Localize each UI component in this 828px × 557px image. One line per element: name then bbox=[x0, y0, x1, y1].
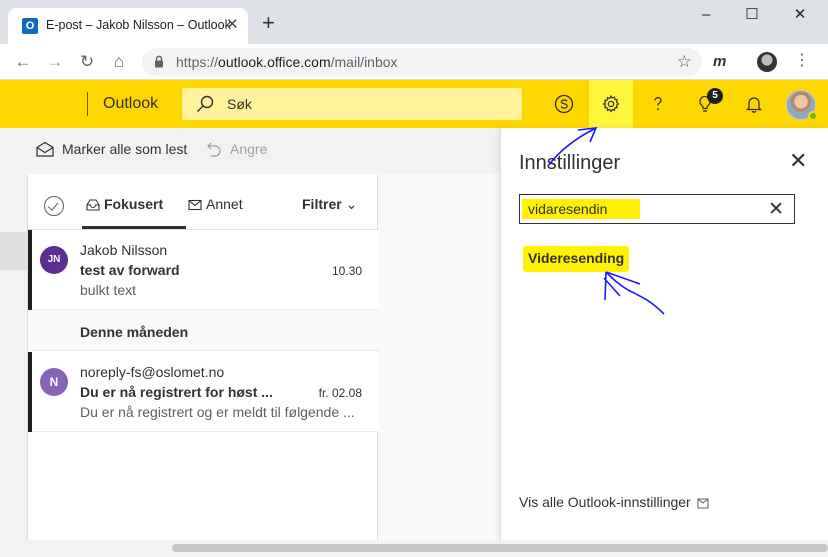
browser-toolbar: ← → ↻ ⌂ https://outlook.office.com/mail/… bbox=[0, 44, 828, 80]
presence-indicator bbox=[808, 111, 818, 121]
mark-all-read-button[interactable]: Marker alle som lest bbox=[36, 141, 187, 157]
notifications-button[interactable] bbox=[730, 80, 778, 128]
minimize-button[interactable]: – bbox=[686, 4, 726, 26]
maximize-button[interactable]: ☐ bbox=[732, 4, 772, 26]
tab-focused-label: Fokusert bbox=[104, 196, 164, 212]
inbox-pivots: Fokusert Annet Filtrer ⌄ bbox=[28, 174, 378, 230]
settings-button[interactable] bbox=[587, 80, 635, 128]
tab-other-label: Annet bbox=[206, 196, 243, 212]
tab-other[interactable]: Annet bbox=[188, 196, 243, 212]
bookmark-star-icon[interactable]: ☆ bbox=[677, 52, 692, 72]
unread-indicator bbox=[28, 352, 32, 432]
command-bar: Marker alle som lest Angre bbox=[0, 128, 500, 174]
url-path: /mail/inbox bbox=[330, 54, 398, 70]
message-time: 10.30 bbox=[331, 264, 362, 278]
close-icon[interactable]: ✕ bbox=[789, 150, 807, 172]
mark-all-read-label: Marker alle som lest bbox=[62, 141, 188, 157]
clear-search-icon[interactable]: ✕ bbox=[768, 198, 784, 221]
address-bar[interactable]: https://outlook.office.com/mail/inbox ☆ bbox=[142, 48, 702, 76]
selected-folder-indicator bbox=[0, 232, 27, 270]
outlook-favicon-icon: O bbox=[22, 18, 38, 34]
horizontal-scrollbar-thumb[interactable] bbox=[172, 544, 828, 552]
open-in-pane-icon bbox=[697, 498, 709, 509]
tab-focused[interactable]: Fokusert bbox=[86, 196, 163, 212]
unread-indicator bbox=[28, 230, 32, 310]
new-tab-button[interactable]: + bbox=[262, 12, 275, 34]
message-sender: Jakob Nilsson bbox=[80, 242, 168, 258]
home-icon[interactable]: ⌂ bbox=[108, 51, 130, 73]
sender-avatar: N bbox=[40, 368, 68, 396]
tab-close-icon[interactable]: ✕ bbox=[226, 16, 239, 34]
url-host: outlook.office.com bbox=[218, 54, 331, 70]
settings-result-forwarding[interactable]: Videresending bbox=[528, 250, 624, 266]
date-group-label: Denne måneden bbox=[80, 324, 189, 340]
message-list: Fokusert Annet Filtrer ⌄ JN Jakob Nilsso… bbox=[28, 174, 378, 540]
envelope-open-icon bbox=[36, 141, 54, 157]
reading-pane bbox=[379, 174, 500, 540]
focused-inbox-icon bbox=[86, 199, 100, 211]
close-window-button[interactable]: ✕ bbox=[780, 4, 820, 26]
message-item[interactable]: JN Jakob Nilsson test av forward 10.30 b… bbox=[28, 230, 378, 310]
date-group-header: Denne måneden bbox=[28, 311, 378, 351]
sender-avatar: JN bbox=[40, 246, 68, 274]
search-icon bbox=[197, 95, 214, 112]
message-preview: bulkt text bbox=[80, 282, 137, 298]
main-area: Marker alle som lest Angre Fokusert Anne… bbox=[0, 128, 828, 540]
undo-label: Angre bbox=[230, 141, 268, 157]
settings-search-value: vidaresendin bbox=[528, 201, 608, 217]
message-item[interactable]: N noreply-fs@oslomet.no Du er nå registr… bbox=[28, 352, 378, 432]
message-subject: test av forward bbox=[80, 262, 180, 278]
url-text: https://outlook.office.com/mail/inbox bbox=[176, 54, 398, 70]
whats-new-button[interactable] bbox=[681, 80, 729, 128]
message-sender: noreply-fs@oslomet.no bbox=[80, 364, 225, 380]
message-preview: Du er nå registrert og er meldt til følg… bbox=[80, 404, 355, 420]
settings-title: Innstillinger bbox=[519, 152, 621, 174]
browser-profile-avatar[interactable] bbox=[757, 52, 777, 72]
reload-icon[interactable]: ↻ bbox=[76, 51, 98, 73]
browser-menu-icon[interactable]: ⋮ bbox=[794, 52, 810, 70]
browser-tab[interactable]: O E-post – Jakob Nilsson – Outlook ✕ bbox=[8, 8, 248, 44]
active-tab-underline bbox=[82, 226, 186, 229]
help-button[interactable] bbox=[634, 80, 682, 128]
settings-pane: Innstillinger ✕ vidaresendin ✕ Videresen… bbox=[500, 128, 828, 540]
lock-icon bbox=[155, 55, 163, 68]
message-subject: Du er nå registrert for høst ... bbox=[80, 384, 273, 400]
forward-icon[interactable]: → bbox=[44, 51, 66, 73]
view-all-settings-link[interactable]: Vis alle Outlook-innstillinger bbox=[519, 494, 709, 510]
header-divider bbox=[87, 92, 88, 116]
search-box[interactable]: Søk bbox=[182, 88, 522, 120]
gear-icon bbox=[602, 94, 620, 113]
extension-m-icon[interactable]: m bbox=[713, 53, 726, 70]
settings-search-input[interactable]: vidaresendin ✕ bbox=[519, 194, 795, 224]
notification-count-badge: 5 bbox=[707, 88, 723, 104]
horizontal-scrollbar-track bbox=[0, 540, 828, 557]
chevron-down-icon: ⌄ bbox=[345, 196, 358, 212]
browser-titlebar: O E-post – Jakob Nilsson – Outlook ✕ + –… bbox=[0, 0, 828, 44]
tab-title: E-post – Jakob Nilsson – Outlook bbox=[46, 18, 231, 32]
view-all-settings-label: Vis alle Outlook-innstillinger bbox=[519, 494, 691, 510]
folder-pane-collapsed[interactable] bbox=[0, 174, 28, 540]
undo-icon bbox=[207, 142, 221, 157]
search-input[interactable]: Søk bbox=[227, 96, 252, 112]
url-scheme: https:// bbox=[176, 54, 219, 70]
select-all-checkbox[interactable] bbox=[44, 196, 64, 216]
bell-icon bbox=[745, 97, 763, 113]
message-time: fr. 02.08 bbox=[318, 386, 362, 400]
skype-button[interactable] bbox=[540, 80, 588, 128]
filter-button[interactable]: Filtrer ⌄ bbox=[302, 196, 357, 213]
mail-icon bbox=[188, 199, 202, 211]
help-icon bbox=[654, 97, 662, 111]
filter-label: Filtrer bbox=[302, 196, 342, 212]
outlook-header: Outlook Søk 5 bbox=[0, 80, 828, 128]
back-icon[interactable]: ← bbox=[12, 51, 34, 73]
outlook-brand[interactable]: Outlook bbox=[103, 95, 158, 113]
skype-icon bbox=[554, 94, 574, 114]
undo-button[interactable]: Angre bbox=[206, 141, 267, 157]
